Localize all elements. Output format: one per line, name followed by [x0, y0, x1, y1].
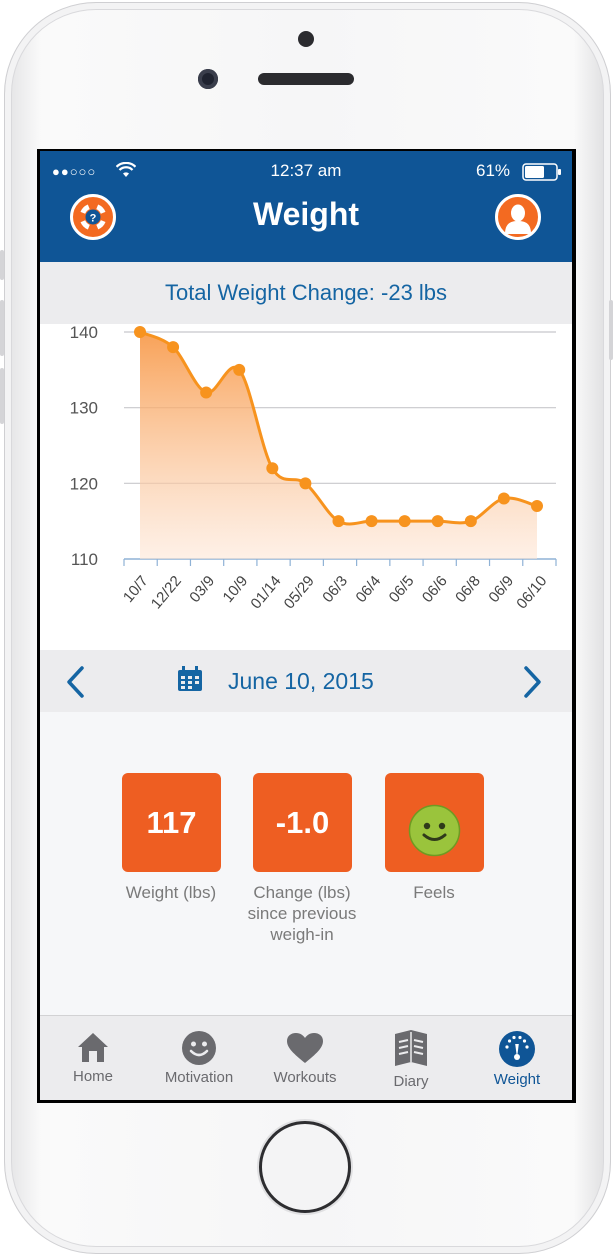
change-label-line2: since previous	[247, 904, 357, 923]
chevron-left-icon[interactable]	[64, 665, 86, 704]
book-icon	[393, 1028, 429, 1073]
app-display: ●●○○○ 12:37 am 61% ? Weight Total Weight…	[40, 151, 572, 1100]
tab-motivation[interactable]: Motivation	[146, 1016, 252, 1100]
data-point	[531, 500, 543, 513]
tab-bar: Home Motivation Workouts Diary Weight	[40, 1015, 572, 1100]
data-point	[431, 515, 444, 528]
smiley-icon	[181, 1030, 217, 1071]
y-tick-label: 120	[70, 474, 98, 493]
data-point	[200, 386, 213, 399]
weight-chart: 140 130 120 110 10/7 12/22 03/9 10/9 01/14 05/29 0…	[40, 323, 572, 650]
tab-workouts-label: Workouts	[273, 1069, 337, 1086]
tab-weight[interactable]: Weight	[464, 1016, 570, 1100]
battery-percent: 61%	[476, 161, 511, 180]
x-tick-label: 05/29	[281, 573, 318, 613]
x-tick-label: 06/4	[353, 573, 385, 606]
battery-icon	[522, 163, 562, 186]
page-title: Weight	[252, 196, 360, 232]
y-tick-label: 140	[70, 324, 98, 342]
volume-up-button	[0, 300, 4, 356]
x-tick-label: 06/6	[419, 573, 451, 606]
data-point	[464, 515, 477, 528]
tab-motivation-label: Motivation	[164, 1069, 234, 1086]
data-point	[134, 326, 146, 338]
data-point	[167, 341, 180, 354]
y-tick-label: 110	[71, 550, 98, 569]
proximity-sensor	[198, 69, 218, 89]
change-label-line1: Change (lbs)	[253, 883, 351, 902]
data-point	[332, 515, 345, 528]
data-point	[266, 462, 279, 475]
total-weight-change: Total Weight Change: -23 lbs	[40, 262, 572, 324]
x-tick-label: 12/22	[148, 573, 185, 613]
x-tick-label: 06/10	[513, 573, 550, 613]
tab-home-label: Home	[72, 1068, 113, 1085]
x-tick-label: 03/9	[186, 573, 218, 606]
front-camera	[298, 31, 314, 47]
tab-workouts[interactable]: Workouts	[252, 1016, 358, 1100]
weight-tile[interactable]: 117	[122, 773, 221, 872]
y-tick-label: 130	[70, 399, 98, 418]
heart-icon	[286, 1032, 324, 1069]
tab-home[interactable]: Home	[40, 1016, 146, 1100]
x-tick-label: 06/5	[386, 573, 418, 606]
x-tick-label: 06/8	[452, 573, 484, 606]
app-header: ●●○○○ 12:37 am 61% ? Weight	[40, 151, 572, 262]
tab-diary-label: Diary	[393, 1073, 429, 1090]
feels-tile[interactable]	[385, 773, 484, 872]
profile-button[interactable]	[495, 194, 541, 240]
power-button	[609, 300, 613, 360]
feels-label: Feels	[413, 883, 455, 902]
calendar-icon[interactable]	[177, 666, 203, 697]
x-tick-label: 06/3	[319, 573, 351, 606]
data-point	[233, 363, 246, 376]
selected-date[interactable]: June 10, 2015	[228, 668, 374, 695]
change-label: Change (lbs) since previous weigh-in	[237, 882, 367, 945]
user-avatar-icon	[504, 202, 532, 239]
home-button[interactable]	[259, 1121, 351, 1213]
change-label-line3: weigh-in	[270, 925, 334, 944]
change-tile[interactable]: -1.0	[253, 773, 352, 872]
weight-label: Weight (lbs)	[125, 883, 217, 902]
stats-panel: 117 Weight (lbs) -1.0 Change (lbs) since…	[40, 712, 572, 1015]
weight-chart-svg: 14013012011010/712/22 03/9 10/901/1405/29 0…	[70, 323, 557, 613]
chevron-right-icon[interactable]	[522, 665, 544, 704]
data-point	[299, 477, 312, 490]
volume-down-button	[0, 368, 4, 424]
date-navigator: June 10, 2015	[40, 650, 572, 712]
earpiece-speaker	[258, 73, 354, 85]
tab-diary[interactable]: Diary	[358, 1016, 464, 1100]
scale-gauge-icon	[498, 1030, 536, 1073]
x-tick-label: 01/14	[247, 573, 284, 613]
mute-switch	[0, 250, 4, 280]
tab-weight-label: Weight	[493, 1071, 541, 1088]
data-point	[398, 515, 411, 528]
data-point	[497, 492, 510, 505]
home-icon	[76, 1030, 110, 1069]
data-point	[365, 515, 378, 528]
